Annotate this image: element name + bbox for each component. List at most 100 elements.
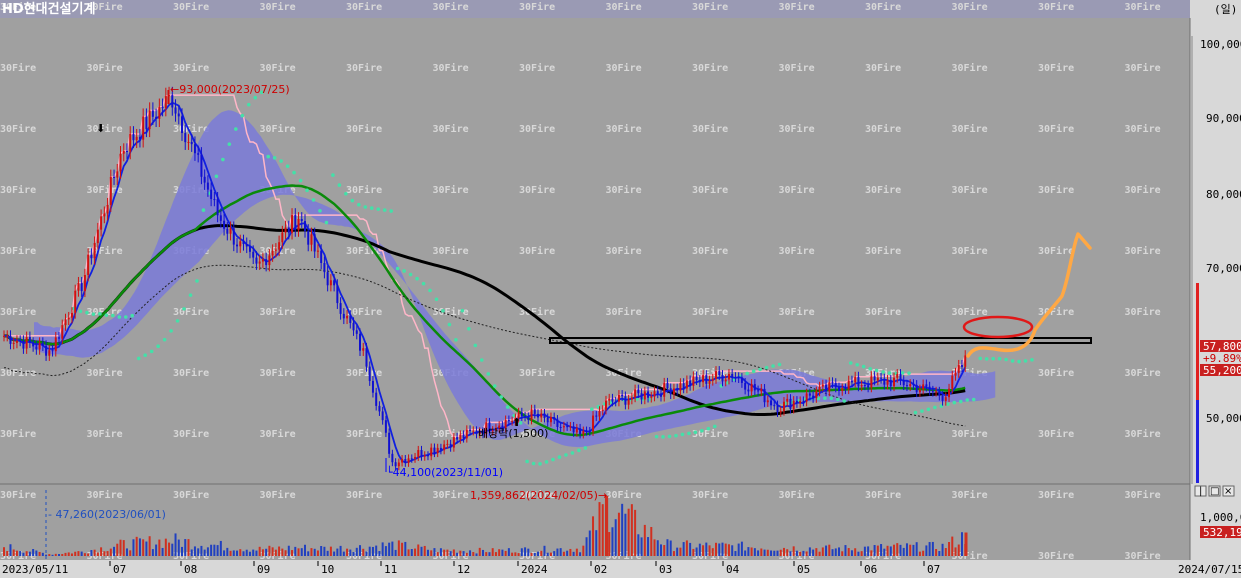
watermark-text: 30Fire <box>346 62 382 74</box>
sar-dot <box>913 410 918 415</box>
candle-body <box>617 394 620 402</box>
volume-bar <box>177 539 180 556</box>
sar-dot <box>531 461 536 466</box>
candle-body <box>585 430 588 432</box>
candle-body <box>333 280 336 286</box>
candle-body <box>443 444 446 451</box>
sar-dot <box>551 457 555 462</box>
watermark-text: 30Fire <box>433 62 469 74</box>
candle-body <box>533 409 536 414</box>
sar-dot <box>823 396 827 400</box>
volume-bar <box>634 509 637 556</box>
sar-dot <box>98 312 102 316</box>
watermark-text: 30Fire <box>1038 62 1074 74</box>
sar-dot <box>376 207 381 211</box>
watermark-text: 30Fire <box>779 1 815 13</box>
sar-dot <box>538 462 542 466</box>
candle-body <box>32 342 35 347</box>
volume-bar <box>303 544 306 556</box>
sar-dot <box>460 308 465 313</box>
volume-bar <box>64 552 67 556</box>
volume-bar <box>902 547 905 556</box>
sar-dot <box>441 309 445 313</box>
candle-body <box>899 374 902 381</box>
candle-body <box>876 377 879 381</box>
sar-dot <box>479 358 484 362</box>
candle-body <box>219 215 222 221</box>
sar-dot <box>1004 357 1008 362</box>
watermark-text: 30Fire <box>1125 123 1161 135</box>
volume-bar <box>381 542 384 556</box>
volume-bar <box>666 539 669 556</box>
watermark-text: 30Fire <box>1125 367 1161 379</box>
candle-body <box>365 348 368 367</box>
watermark-text: 30Fire <box>1125 1 1161 13</box>
period-label: (일) <box>1214 2 1237 16</box>
candle-body <box>35 346 38 350</box>
sar-dot <box>713 424 717 429</box>
candle-body <box>248 246 251 252</box>
volume-bar <box>51 554 54 556</box>
sar-dot <box>978 356 982 361</box>
candle-body <box>672 388 675 395</box>
volume-bar <box>795 550 798 556</box>
candle-body <box>614 401 617 403</box>
candle-body <box>653 391 656 397</box>
candle-body <box>291 215 294 233</box>
sar-dot <box>85 310 89 315</box>
volume-bar <box>880 544 883 556</box>
volume-bar <box>566 550 569 556</box>
volume-bar <box>391 541 394 556</box>
sar-dot <box>395 266 400 271</box>
volume-bar <box>585 537 588 556</box>
sar-dot <box>984 357 989 361</box>
watermark-text: 30Fire <box>1038 245 1074 257</box>
volume-bar <box>245 549 248 556</box>
watermark-text: 30Fire <box>0 428 36 440</box>
volume-bar <box>93 549 96 556</box>
volume-bar <box>375 545 378 556</box>
watermark-text: 30Fire <box>1038 428 1074 440</box>
sar-dot <box>505 405 510 409</box>
watermark-text: 30Fire <box>1038 1 1074 13</box>
candle-body <box>792 400 795 409</box>
candle-body <box>245 244 248 247</box>
watermark-text: 30Fire <box>87 367 123 379</box>
volume-bar <box>702 545 705 556</box>
x-tick-label: 2024 <box>521 563 548 576</box>
volume-bar <box>689 542 692 556</box>
sar-dot <box>117 315 122 319</box>
x-tick-label: 06 <box>864 563 877 576</box>
candle-body <box>381 411 384 421</box>
watermark-text: 30Fire <box>606 489 642 501</box>
sar-dot <box>835 397 840 402</box>
volume-bar <box>9 544 12 556</box>
volume-bar <box>873 545 876 556</box>
candle-body <box>316 250 319 252</box>
watermark-text: 30Fire <box>779 62 815 74</box>
candle-body <box>242 241 245 245</box>
candle-body <box>362 348 365 351</box>
volume-bar <box>938 551 941 556</box>
candle-body <box>867 385 870 388</box>
candle-body <box>229 228 232 234</box>
candle-body <box>371 380 374 393</box>
watermark-text: 30Fire <box>606 184 642 196</box>
candle-body <box>640 393 643 400</box>
volume-bar <box>22 552 25 556</box>
volume-bar <box>815 548 818 556</box>
watermark-text: 30Fire <box>952 62 988 74</box>
candle-body <box>650 396 653 398</box>
sar-dot <box>771 364 775 368</box>
volume-bar <box>268 545 271 556</box>
volume-bar <box>142 539 145 556</box>
candle-body <box>294 215 297 231</box>
volume-bar <box>860 551 863 556</box>
volume-bar <box>291 550 294 556</box>
volume-bar <box>38 551 41 556</box>
candle-body <box>67 317 70 320</box>
low-annotation: └44,100(2023/11/01) <box>386 465 503 479</box>
watermark-text: 30Fire <box>865 1 901 13</box>
volume-bar <box>70 553 73 556</box>
watermark-text: 30Fire <box>865 489 901 501</box>
